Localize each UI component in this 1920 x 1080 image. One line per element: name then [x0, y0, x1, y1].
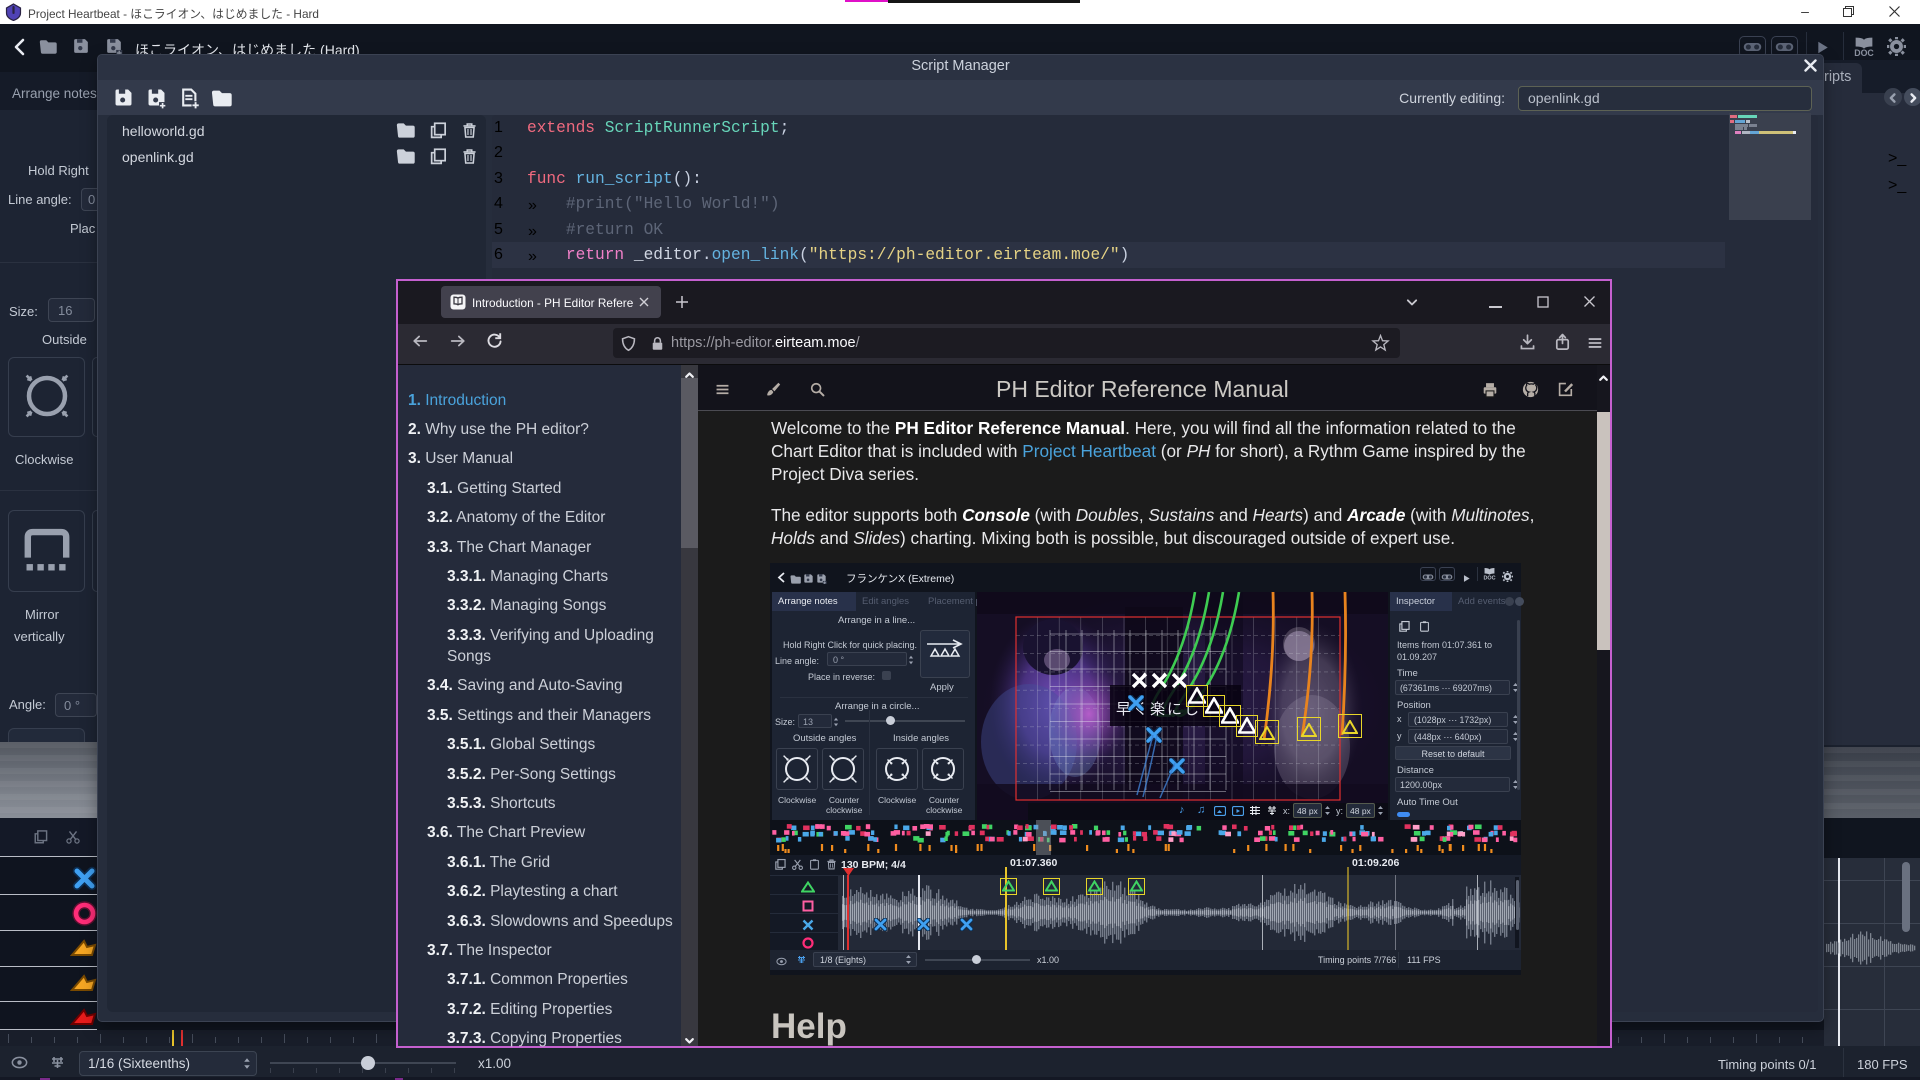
svg-text:DOC: DOC	[1854, 48, 1874, 57]
svg-text:DOC: DOC	[1483, 575, 1495, 580]
